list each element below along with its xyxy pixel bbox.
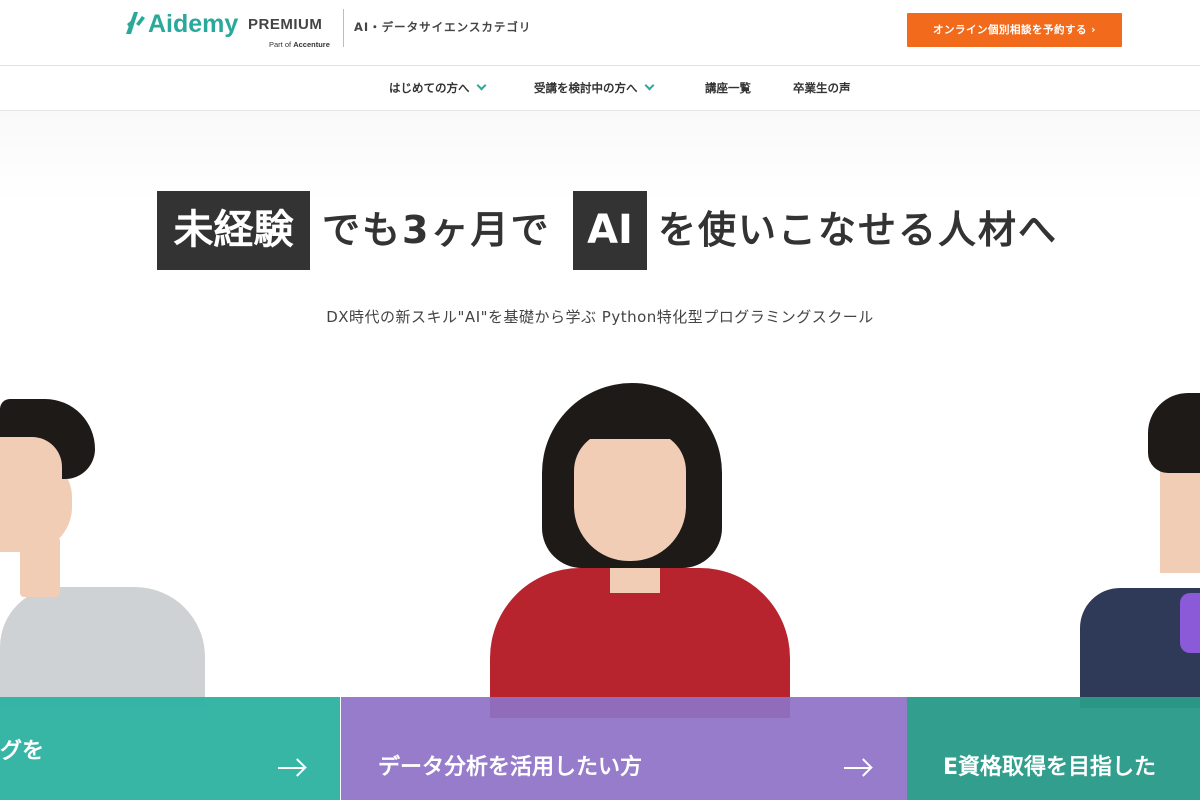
book-consultation-button[interactable]: オンライン個別相談を予約する › — [907, 13, 1122, 47]
aidemy-premium-logo[interactable]: Aidemy PREMIUM Part of Accenture — [124, 8, 336, 52]
hero-photo-woman-center — [470, 383, 790, 718]
headphones — [1180, 593, 1200, 653]
hero-photo-man-left — [0, 397, 210, 707]
hero-section: 未経験 でも3ヶ月で AI を使いこなせる人材へ DX時代の新スキル"AI"を基… — [0, 111, 1200, 800]
nav-item-beginners[interactable]: はじめての方へ — [389, 80, 486, 96]
card-title: データ分析を活用したい方 — [378, 755, 643, 780]
neck — [20, 537, 60, 597]
card-programming[interactable]: グを — [0, 697, 340, 800]
chevron-down-icon — [476, 80, 486, 91]
logo-part-of: Part of Accenture — [269, 40, 330, 50]
part-of-company: Accenture — [293, 40, 330, 49]
header-divider — [343, 9, 344, 47]
fringe — [566, 397, 701, 439]
nav-item-label: 受講を検討中の方へ — [534, 81, 638, 95]
hero-photo-man-right — [1080, 393, 1200, 708]
site-header: Aidemy PREMIUM Part of Accenture AI・データサ… — [0, 0, 1200, 66]
part-of-prefix: Part of — [269, 40, 292, 49]
card-data-analysis[interactable]: データ分析を活用したい方 — [341, 697, 907, 800]
headline-text-part1: でも3ヶ月で — [322, 208, 551, 252]
logo-premium-text: PREMIUM — [248, 16, 323, 33]
headline-highlight-inexperienced: 未経験 — [157, 191, 310, 270]
arrow-right-icon — [844, 767, 870, 769]
main-nav: はじめての方へ 受講を検討中の方へ 講座一覧 卒業生の声 — [0, 66, 1200, 111]
nav-item-label: 卒業生の声 — [793, 81, 851, 95]
hero-headline: 未経験 でも3ヶ月で AI を使いこなせる人材へ — [0, 191, 1200, 271]
nav-item-label: 講座一覧 — [705, 81, 751, 95]
chevron-down-icon — [644, 80, 654, 91]
headline-highlight-ai: AI — [573, 191, 647, 270]
aidemy-logo-icon — [126, 12, 145, 34]
nav-item-testimonials[interactable]: 卒業生の声 — [793, 81, 851, 96]
face — [574, 431, 686, 561]
card-title: E資格取得を目指した — [943, 755, 1157, 780]
category-label: AI・データサイエンスカテゴリ — [354, 20, 532, 34]
sweater — [0, 587, 205, 707]
hair — [1148, 393, 1200, 473]
headline-text-part2: を使いこなせる人材へ — [658, 208, 1059, 252]
nav-item-label: はじめての方へ — [389, 81, 470, 95]
nav-item-courses[interactable]: 講座一覧 — [705, 81, 751, 96]
arrow-right-icon — [278, 767, 304, 769]
card-e-certification[interactable]: E資格取得を目指した — [907, 697, 1200, 800]
card-title: グを — [0, 739, 45, 764]
nav-item-considering[interactable]: 受講を検討中の方へ — [534, 80, 654, 96]
hero-subtitle: DX時代の新スキル"AI"を基礎から学ぶ Python特化型プログラミングスクー… — [326, 308, 874, 326]
logo-brand-text: Aidemy — [148, 10, 239, 38]
